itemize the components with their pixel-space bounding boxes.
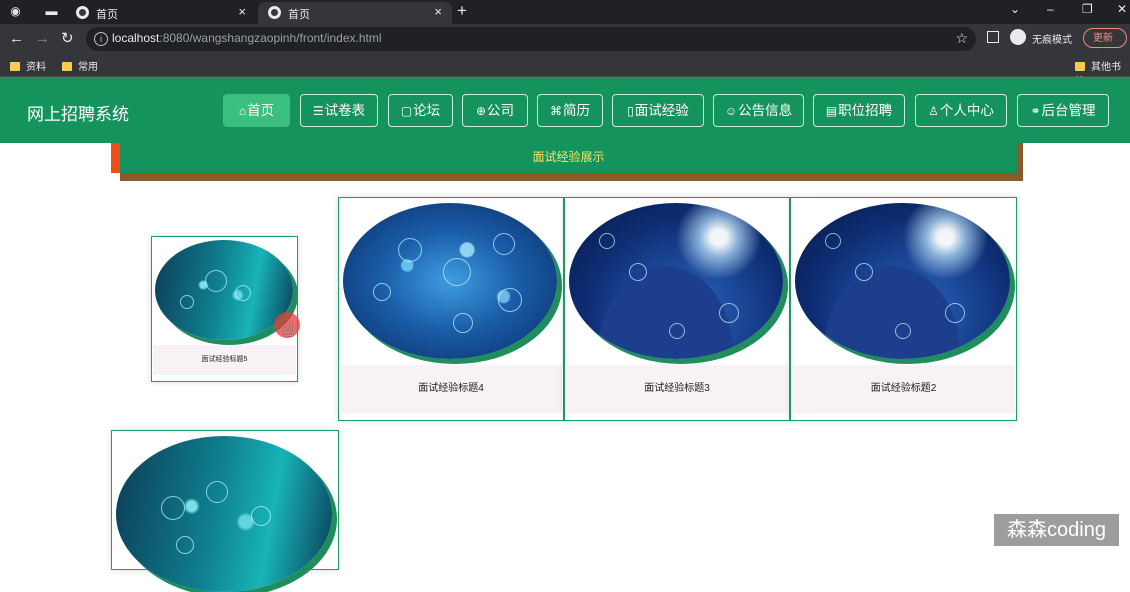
tab-label: 首页: [96, 9, 118, 21]
nav-admin[interactable]: ⚭后台管理: [1017, 94, 1109, 127]
nav-announcements[interactable]: ☺公告信息: [713, 94, 804, 127]
card-title[interactable]: 面试经验标题4: [340, 365, 562, 413]
browser-toolbar: ← → ↻ i localhost:8080/wangshangzaopinh/…: [0, 24, 1130, 54]
info-icon[interactable]: i: [94, 32, 108, 46]
card-image[interactable]: [795, 203, 1010, 359]
experience-card-5[interactable]: 面试经验标题5: [151, 236, 298, 382]
browser-tab-2[interactable]: 首页 ×: [258, 2, 452, 24]
hand-cursor-icon: ☝: [283, 320, 294, 340]
avatar-icon[interactable]: [1010, 29, 1026, 45]
address-bar[interactable]: i localhost:8080/wangshangzaopinh/front/…: [86, 27, 976, 51]
site-title: 网上招聘系统: [27, 105, 129, 124]
nav-personal-center[interactable]: ♙个人中心: [915, 94, 1007, 127]
sidebar-icon[interactable]: [987, 31, 999, 43]
banner-accent: [111, 143, 120, 173]
tab-close-icon[interactable]: ×: [434, 4, 442, 19]
notice-icon: ☺: [724, 104, 738, 118]
experience-card-1[interactable]: [111, 430, 339, 592]
chrome-globe-icon[interactable]: ◉: [8, 4, 23, 19]
folder-icon: [10, 62, 20, 71]
nav-resume[interactable]: ⌘简历: [537, 94, 603, 127]
update-label: 更新: [1093, 33, 1113, 44]
nav-company[interactable]: ⊕公司: [462, 94, 528, 127]
bookmarks-bar: 资料 常用 其他书签: [0, 54, 1130, 88]
bookmark-folder-2[interactable]: 常用: [62, 58, 98, 73]
incognito-label: 无痕模式: [1032, 35, 1072, 46]
job-icon: ▤: [825, 104, 838, 118]
experience-card-3[interactable]: 面试经验标题3: [564, 197, 790, 421]
list-icon: ☰: [312, 104, 324, 118]
section-title: 面试经验展示: [532, 150, 605, 164]
card-title[interactable]: 面试经验标题2: [792, 365, 1015, 413]
favicon-icon: [76, 6, 89, 19]
watermark: 森森coding: [994, 514, 1119, 546]
update-button[interactable]: 更新⋮: [1083, 28, 1127, 64]
forward-icon[interactable]: →: [35, 29, 50, 49]
experience-card-4[interactable]: 面试经验标题4: [338, 197, 564, 421]
new-tab-button[interactable]: +: [457, 1, 467, 21]
card-image[interactable]: [155, 240, 293, 340]
tab-label: 首页: [288, 9, 310, 21]
tab-list-chevron-icon[interactable]: ⌄: [1010, 2, 1020, 16]
bookmark-folder-1[interactable]: 资料: [10, 58, 46, 73]
card-title[interactable]: 面试经验标题3: [566, 365, 788, 413]
star-icon[interactable]: ☆: [955, 30, 968, 47]
nav-interview-experience[interactable]: ▯面试经验: [612, 94, 704, 127]
nav-home[interactable]: ⌂首页: [223, 94, 290, 127]
card-title[interactable]: 面试经验标题5: [153, 345, 296, 375]
forum-icon: ▢: [400, 104, 413, 118]
folder-icon: [62, 62, 72, 71]
tab-search-icon[interactable]: ▬: [44, 4, 59, 19]
card-image[interactable]: [569, 203, 783, 359]
browser-tab-1[interactable]: 首页 ×: [66, 2, 256, 24]
site-header: 网上招聘系统 ⌂首页 ☰试卷表 ▢论坛 ⊕公司 ⌘简历 ▯面试经验 ☺公告信息 …: [0, 77, 1130, 143]
nav-job-postings[interactable]: ▤职位招聘: [813, 94, 905, 127]
globe-icon: ⊕: [475, 104, 487, 118]
minimize-icon[interactable]: –: [1047, 2, 1054, 16]
nav-forum[interactable]: ▢论坛: [388, 94, 453, 127]
browser-tab-strip: ◉ ▬ 首页 × 首页 × + ⌄ – ❐ ✕: [0, 0, 1130, 24]
folder-icon: [1075, 62, 1085, 71]
url-text[interactable]: localhost:8080/wangshangzaopinh/front/in…: [112, 31, 382, 45]
reload-icon[interactable]: ↻: [61, 29, 74, 49]
link-icon: ⚭: [1030, 104, 1041, 118]
close-window-icon[interactable]: ✕: [1117, 2, 1127, 16]
interview-icon: ▯: [627, 104, 634, 118]
card-image[interactable]: [343, 203, 557, 359]
back-icon[interactable]: ←: [9, 29, 24, 49]
tab-close-icon[interactable]: ×: [238, 4, 246, 19]
experience-card-2[interactable]: 面试经验标题2: [790, 197, 1017, 421]
section-banner: 面试经验展示: [120, 143, 1017, 173]
resume-icon: ⌘: [550, 104, 562, 118]
card-image[interactable]: [116, 436, 332, 592]
nav-exam-papers[interactable]: ☰试卷表: [300, 94, 378, 127]
home-icon: ⌂: [238, 104, 247, 118]
user-icon: ♙: [928, 104, 939, 118]
favicon-icon: [268, 6, 281, 19]
restore-icon[interactable]: ❐: [1082, 2, 1093, 16]
